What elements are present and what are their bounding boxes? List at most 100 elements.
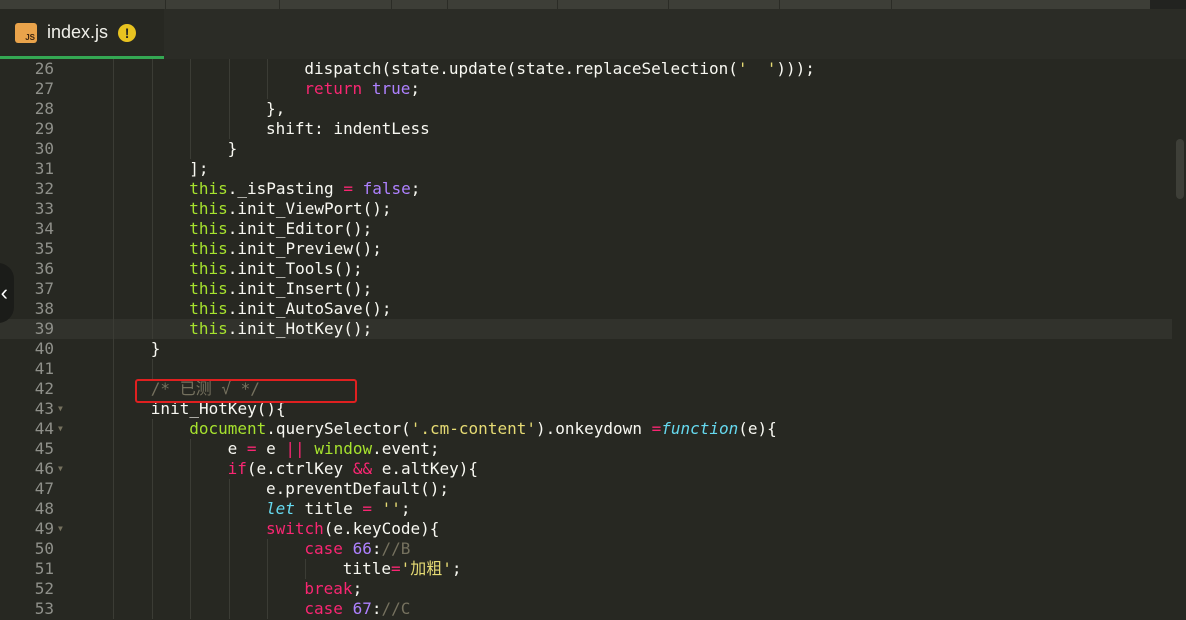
code-line[interactable]: 31]; [0, 159, 1186, 179]
line-number: 31 [34, 159, 54, 178]
title-strip-end [1150, 0, 1186, 9]
code-token: '.cm-content' [410, 419, 536, 438]
code-token: ' ' [737, 59, 777, 78]
code-line[interactable]: 28}, [0, 99, 1186, 119]
code-line[interactable]: 39 this.init_HotKey(); [0, 319, 1186, 339]
indent-guide [228, 599, 230, 619]
code-editor[interactable]: 26 dispatch(state.update(state.replaceSel… [0, 59, 1186, 620]
tab-separator [557, 0, 558, 9]
indent-guide [190, 139, 192, 159]
indent-guide [113, 259, 115, 279]
code-token: ]; [189, 159, 209, 178]
scrollbar-thumb[interactable] [1176, 139, 1184, 199]
code-token: = [390, 559, 401, 578]
code-token: shift: indentLess [266, 119, 430, 138]
indent-guide [151, 299, 153, 319]
indent-guide [190, 479, 192, 499]
code-line[interactable]: 46 ▼ if(e.ctrlKey && e.altKey){ [0, 459, 1186, 479]
code-line[interactable]: 41 [0, 359, 1186, 379]
code-line[interactable]: 44 ▼ document.querySelector('.cm-content')… [0, 419, 1186, 439]
chevron-left-icon: ‹ [0, 280, 8, 305]
code-token: }, [266, 99, 286, 118]
indent-guide [267, 599, 268, 619]
code-token: this [189, 319, 228, 338]
code-line[interactable]: 50 case 66://B [0, 539, 1186, 559]
fold-arrow-icon[interactable]: ▼ [58, 399, 63, 419]
code-token: switch [266, 519, 324, 538]
indent-guide [113, 599, 115, 619]
line-number: 30 [34, 139, 54, 158]
code-line[interactable]: 53 case 67://C [0, 599, 1186, 619]
indent-guide [267, 79, 268, 99]
code-line[interactable]: 34 this.init_Editor(); [0, 219, 1186, 239]
tab-index-js[interactable]: JS index.js ! [0, 9, 164, 59]
line-number: 51 [34, 559, 54, 578]
code-line[interactable]: 47 e.preventDefault(); [0, 479, 1186, 499]
indent-guide [113, 239, 115, 259]
indent-guide [151, 359, 153, 379]
code-line[interactable]: 35 this.init_Preview(); [0, 239, 1186, 259]
code-token: ; [400, 499, 411, 518]
indent-guide [228, 539, 230, 559]
indent-guide [113, 359, 115, 379]
code-text: this.init_AutoSave(); [189, 299, 391, 319]
code-token: || [285, 439, 305, 458]
indent-guide [228, 579, 230, 599]
tab-label: index.js [47, 22, 109, 42]
indent-guide [151, 259, 153, 279]
indent-guide [151, 139, 153, 159]
code-line[interactable]: 30} [0, 139, 1186, 159]
code-line[interactable]: 49 ▼ switch(e.keyCode){ [0, 519, 1186, 539]
code-line[interactable]: 52 break; [0, 579, 1186, 599]
code-line[interactable]: 26 dispatch(state.update(state.replaceSel… [0, 59, 1186, 79]
indent-guide [113, 279, 115, 299]
warning-icon[interactable]: ! [118, 23, 137, 42]
indent-guide [151, 59, 153, 79]
code-text: this.init_Insert(); [189, 279, 372, 299]
indent-guide [113, 59, 115, 79]
code-line[interactable]: 36 this.init_Tools(); [0, 259, 1186, 279]
code-line[interactable]: 48 let title = ''; [0, 499, 1186, 519]
indent-guide [113, 99, 115, 119]
indent-guide [113, 339, 115, 359]
indent-guide [190, 439, 192, 459]
line-number: 43 [34, 399, 54, 418]
code-line[interactable]: 29 shift: indentLess [0, 119, 1186, 139]
code-token: if [227, 459, 247, 478]
indent-guide [190, 599, 192, 619]
collapse-sidebar-button[interactable]: ‹ [0, 263, 14, 323]
code-line[interactable]: 27 return true; [0, 79, 1186, 99]
code-line[interactable]: 33 this.init_ViewPort(); [0, 199, 1186, 219]
code-token: = [246, 439, 257, 458]
code-token: this [189, 179, 228, 198]
indent-guide [228, 119, 230, 139]
code-line[interactable]: 38 this.init_AutoSave(); [0, 299, 1186, 319]
indent-guide [113, 319, 115, 339]
indent-guide [113, 159, 115, 179]
indent-guide [151, 479, 153, 499]
code-text: case 67://C [304, 599, 410, 619]
indent-guide [151, 539, 153, 559]
fold-arrow-icon[interactable]: ▼ [58, 459, 63, 479]
indent-guide [267, 579, 268, 599]
indent-guide [190, 59, 192, 79]
indent-guide [113, 199, 115, 219]
code-line[interactable]: 37 this.init_Insert(); [0, 279, 1186, 299]
fold-arrow-icon[interactable]: ▼ [58, 519, 63, 539]
code-line[interactable]: 45 e = e || window.event; [0, 439, 1186, 459]
code-line[interactable]: 40} [0, 339, 1186, 359]
vertical-scrollbar[interactable] [1172, 59, 1186, 620]
indent-guide [190, 79, 192, 99]
code-line[interactable]: 32 this._isPasting = false; [0, 179, 1186, 199]
code-line[interactable]: 51 title='加粗'; [0, 559, 1186, 579]
line-number: 33 [34, 199, 54, 218]
indent-guide [151, 319, 153, 339]
line-number: 46 [34, 459, 54, 478]
indent-guide [151, 519, 153, 539]
code-token: (e.ctrlKey [246, 459, 353, 478]
code-token: title [294, 499, 363, 518]
indent-guide [151, 579, 153, 599]
fold-arrow-icon[interactable]: ▼ [58, 419, 63, 439]
indent-guide [151, 419, 153, 439]
code-token: .init_Preview(); [227, 239, 382, 258]
